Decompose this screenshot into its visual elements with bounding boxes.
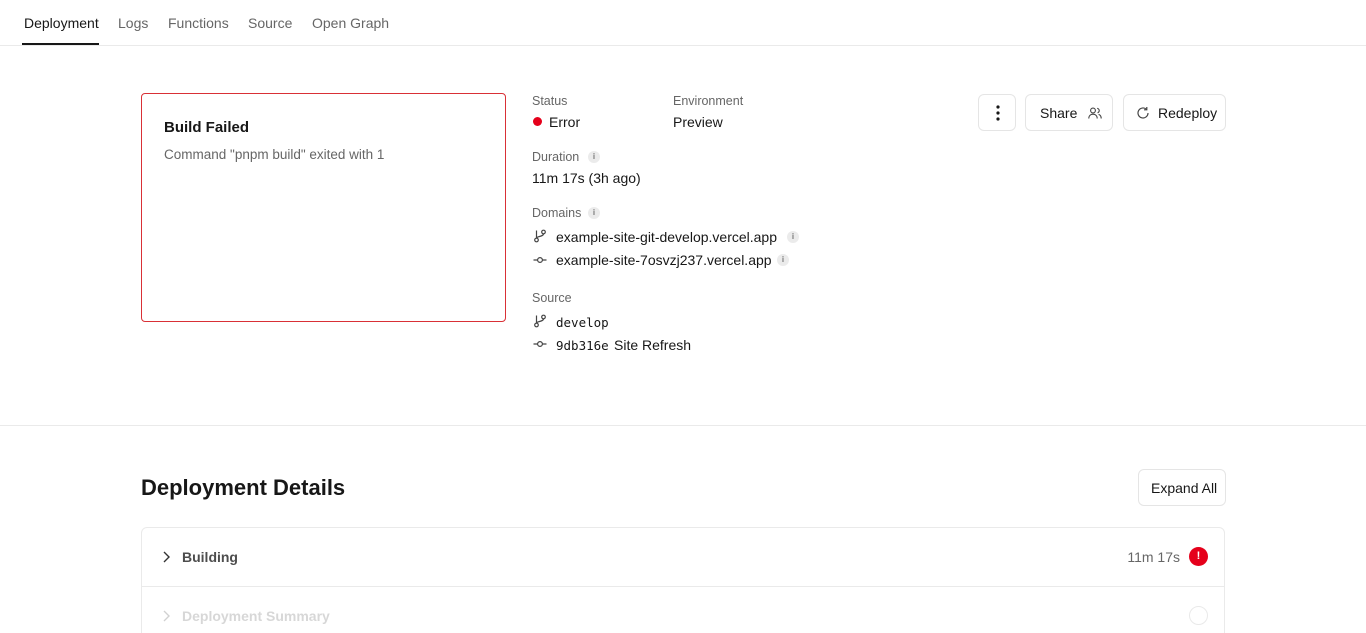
- duration-info-icon[interactable]: i: [588, 151, 600, 163]
- more-options-button[interactable]: [978, 94, 1016, 131]
- status-label: Status: [532, 94, 568, 108]
- row-title: Building: [182, 549, 238, 565]
- expand-all-button[interactable]: Expand All: [1138, 469, 1226, 506]
- details-row-deployment-summary[interactable]: Deployment Summary: [142, 587, 1224, 633]
- tab-open-graph[interactable]: Open Graph: [312, 15, 389, 31]
- environment-label: Environment: [673, 94, 744, 108]
- source-label: Source: [532, 291, 572, 305]
- source-commit-hash[interactable]: 9db316e: [556, 338, 609, 353]
- git-branch-icon: [534, 229, 546, 243]
- duration-label: Duration: [532, 150, 580, 164]
- source-commit-message[interactable]: Site Refresh: [614, 337, 691, 353]
- more-vertical-icon: [996, 105, 1000, 121]
- active-tab-indicator: [22, 43, 99, 45]
- domain-commit-info-icon[interactable]: i: [777, 254, 789, 266]
- section-divider: [0, 425, 1366, 426]
- row-title: Deployment Summary: [182, 608, 330, 624]
- redeploy-button[interactable]: Redeploy: [1123, 94, 1226, 131]
- domains-label: Domains: [532, 206, 582, 220]
- deployment-details-panel: Building 11m 17s ! Deployment Summary: [141, 527, 1225, 633]
- error-icon: !: [1189, 547, 1208, 566]
- status-value: Error: [549, 114, 581, 130]
- environment-value: Preview: [673, 114, 723, 130]
- status-error-dot: [533, 117, 542, 126]
- users-icon: [1088, 107, 1102, 119]
- chevron-right-icon: [163, 610, 170, 622]
- details-row-building[interactable]: Building 11m 17s !: [142, 528, 1224, 587]
- refresh-icon: [1137, 107, 1149, 119]
- git-branch-icon: [534, 314, 546, 328]
- git-commit-icon: [533, 340, 547, 348]
- redeploy-button-label: Redeploy: [1158, 105, 1218, 121]
- domains-info-icon[interactable]: i: [588, 207, 600, 219]
- share-button-label: Share: [1040, 105, 1078, 121]
- duration-value: 11m 17s (3h ago): [532, 170, 641, 186]
- git-commit-icon: [533, 256, 547, 264]
- domain-link-branch[interactable]: example-site-git-develop.vercel.app: [556, 229, 777, 245]
- pending-circle-icon: [1189, 606, 1208, 625]
- deployment-details-title: Deployment Details: [141, 475, 346, 500]
- source-branch[interactable]: develop: [556, 315, 609, 330]
- build-failed-title: Build Failed: [164, 119, 250, 136]
- tab-functions[interactable]: Functions: [168, 15, 229, 31]
- deployment-tabs: Deployment Logs Functions Source Open Gr…: [0, 0, 1366, 46]
- share-button[interactable]: Share: [1025, 94, 1113, 131]
- tab-logs[interactable]: Logs: [118, 15, 148, 31]
- build-failed-card: Build Failed Command "pnpm build" exited…: [141, 93, 506, 322]
- expand-all-label: Expand All: [1151, 480, 1218, 496]
- build-failed-message: Command "pnpm build" exited with 1: [164, 147, 385, 162]
- row-duration: 11m 17s: [1127, 549, 1180, 565]
- domain-link-commit[interactable]: example-site-7osvzj237.vercel.app: [556, 252, 772, 268]
- tab-source[interactable]: Source: [248, 15, 292, 31]
- tab-deployment[interactable]: Deployment: [24, 15, 99, 31]
- chevron-right-icon: [163, 551, 170, 563]
- domain-branch-info-icon[interactable]: i: [787, 231, 799, 243]
